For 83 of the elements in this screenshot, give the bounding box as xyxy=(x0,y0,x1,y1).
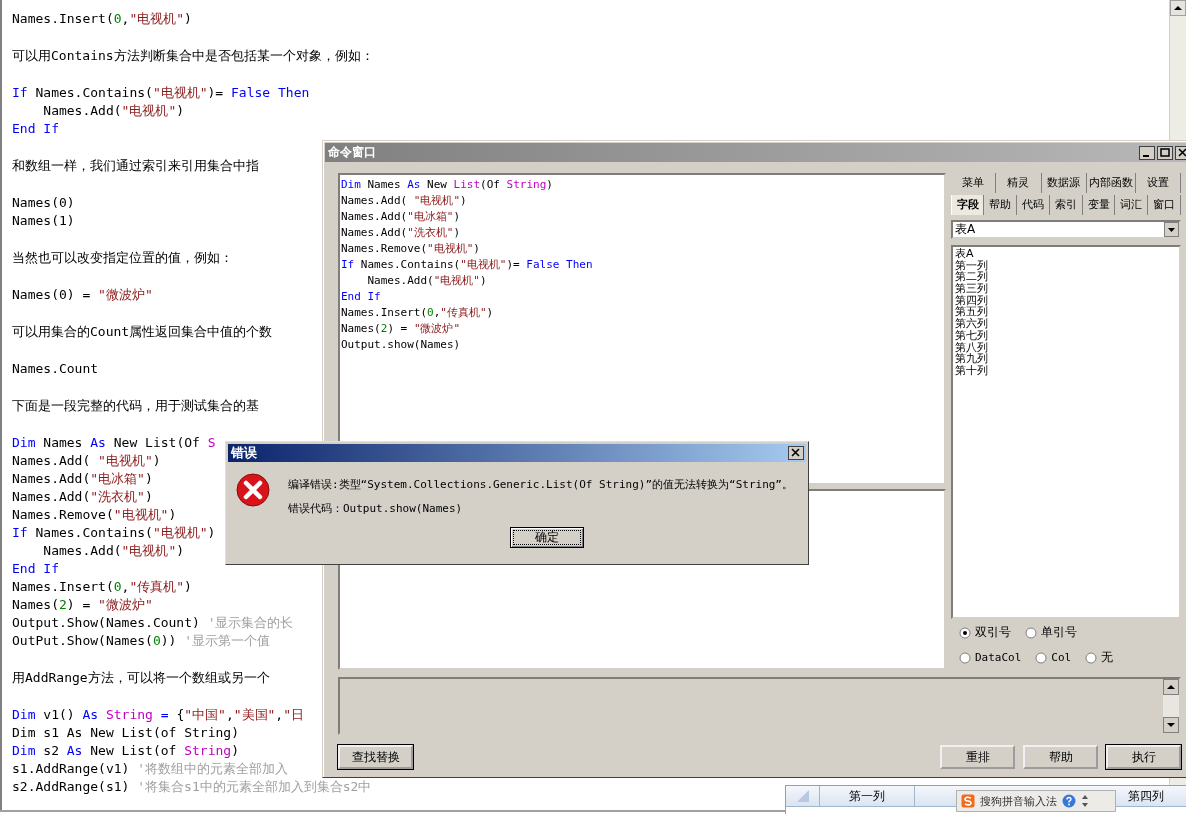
code-line: Names.Add("电视机") xyxy=(366,273,487,289)
code-line: End If xyxy=(12,560,59,578)
column-header: 第一列 xyxy=(820,786,915,806)
code-line: If Names.Contains("电视机") xyxy=(12,524,216,542)
code-line: If Names.Contains("电视机")= False Then xyxy=(12,84,310,102)
error-code-text: 错误代码：Output.show(Names) xyxy=(288,501,464,516)
help-button[interactable]: 帮助 xyxy=(1023,745,1098,769)
radio-option[interactable]: 单引号 xyxy=(1025,624,1077,641)
code-line: Dim Names As New List(Of S xyxy=(12,434,216,452)
scroll-down-icon[interactable] xyxy=(1163,717,1179,733)
tab[interactable]: 索引 xyxy=(1049,195,1083,215)
field-list[interactable]: 表A 第一列 第二列 第三列 第四列 第五列 第六列 第七列 第八列 第九列 第十列 xyxy=(951,245,1181,619)
code-line: Dim Names As New List(Of String) xyxy=(341,177,553,193)
code-line: Output.Show(Names.Count) '显示集合的长 xyxy=(12,614,294,632)
tab[interactable]: 数据源 xyxy=(1041,173,1087,193)
close-icon[interactable] xyxy=(1175,145,1186,160)
input-method-bar[interactable]: 搜狗拼音输入法 xyxy=(956,790,1116,812)
code-line: Names.Add("电视机") xyxy=(42,542,185,560)
run-button[interactable]: 执行 xyxy=(1106,745,1181,769)
radio-option[interactable]: 双引号 xyxy=(959,624,1011,641)
rearrange-button[interactable]: 重排 xyxy=(940,745,1015,769)
code-line: Names.Insert(0,"电视机") xyxy=(12,10,192,28)
code-line: Names(2) = "微波炉" xyxy=(341,321,461,337)
code-line: Names.Add("洗衣机") xyxy=(341,225,461,241)
tab[interactable]: 帮助 xyxy=(984,195,1018,215)
code-line: Dim s2 As New List(of String) xyxy=(12,742,239,760)
code-line: Dim s1 As New List(of String) xyxy=(12,724,239,742)
find-replace-button[interactable]: 查找替换 xyxy=(338,745,413,769)
tab[interactable]: 内部函数 xyxy=(1086,173,1136,193)
paragraph-text: 当然也可以改变指定位置的值，例如： xyxy=(12,249,233,267)
code-line: If Names.Contains("电视机")= False Then xyxy=(341,257,593,273)
code-line: s1.AddRange(v1) '将数组中的元素全部加入 xyxy=(12,760,289,778)
maximize-icon[interactable] xyxy=(1157,145,1173,160)
dialog-title: 错误 xyxy=(231,444,257,462)
code-line: Names(1) xyxy=(12,212,75,230)
tab[interactable]: 字段 xyxy=(951,195,985,215)
paragraph-text: 和数组一样，我们通过索引来引用集合中指 xyxy=(12,157,259,175)
table-dropdown[interactable]: 表A xyxy=(951,220,1181,239)
code-line: Names(2) = "微波炉" xyxy=(12,596,153,614)
code-line: s2.AddRange(s1) '将集合s1中的元素全部加入到集合s2中 xyxy=(12,778,372,796)
tab[interactable]: 精灵 xyxy=(996,173,1042,193)
scroll-up-icon[interactable] xyxy=(1163,679,1179,695)
code-line: Names(0) = "微波炉" xyxy=(12,286,153,304)
code-line: Names.Add("洗衣机") xyxy=(12,488,153,506)
paragraph-text: 可以用Contains方法判断集合中是否包括某一个对象，例如： xyxy=(12,47,374,65)
code-line: Names.Add( "电视机") xyxy=(12,452,161,470)
tab[interactable]: 词汇 xyxy=(1115,195,1149,215)
code-line: Names.Add("电视机") xyxy=(42,102,185,120)
input-method-label: 搜狗拼音输入法 xyxy=(980,793,1057,809)
code-line: Dim v1() As String = {"中国","美国","日 xyxy=(12,706,304,724)
code-line: End If xyxy=(12,120,59,138)
error-message: 编译错误:类型“System.Collections.Generic.List(Of String)”的值无法转换为“String”。 xyxy=(288,477,793,492)
tab[interactable]: 代码 xyxy=(1017,195,1050,215)
tab[interactable]: 变量 xyxy=(1082,195,1116,215)
code-line: Names.Insert(0,"传真机") xyxy=(341,305,494,321)
code-line: Names.Remove("电视机") xyxy=(341,241,480,257)
tab[interactable]: 菜单 xyxy=(951,173,997,193)
radio-option[interactable]: Col xyxy=(1035,649,1072,666)
code-line: Names.Remove("电视机") xyxy=(12,506,177,524)
code-line: Names.Insert(0,"传真机") xyxy=(12,578,192,596)
paragraph-text: 可以用集合的Count属性返回集合中值的个数 xyxy=(12,323,273,341)
code-line: Names.Add("电冰箱") xyxy=(341,209,461,225)
window-title: 命令窗口 xyxy=(328,144,376,161)
scroll-up-icon[interactable] xyxy=(1170,0,1186,16)
error-icon xyxy=(236,473,270,507)
input-method-logo-icon xyxy=(961,794,975,808)
help-icon[interactable] xyxy=(1062,794,1076,808)
code-line: Names.Count xyxy=(12,360,99,378)
code-line: Names.Add("电冰箱") xyxy=(12,470,153,488)
tab[interactable]: 窗口 xyxy=(1148,195,1181,215)
ok-button[interactable]: 确定 xyxy=(510,527,584,548)
minimize-icon[interactable] xyxy=(1139,145,1155,160)
paragraph-text: 用AddRange方法，可以将一个数组或另一个 xyxy=(12,669,270,687)
code-line: End If xyxy=(341,289,381,305)
radio-option[interactable]: DataCol xyxy=(959,649,1022,666)
radio-option[interactable]: 无 xyxy=(1085,649,1114,666)
expand-icon[interactable] xyxy=(1081,794,1089,808)
code-line: Names.Add( "电视机") xyxy=(341,193,467,209)
code-line: Output.show(Names) xyxy=(341,337,461,353)
tab[interactable]: 设置 xyxy=(1135,173,1181,193)
paragraph-text: 下面是一段完整的代码，用于测试集合的基 xyxy=(12,397,259,415)
code-line: Names(0) xyxy=(12,194,75,212)
close-icon[interactable] xyxy=(788,446,804,460)
